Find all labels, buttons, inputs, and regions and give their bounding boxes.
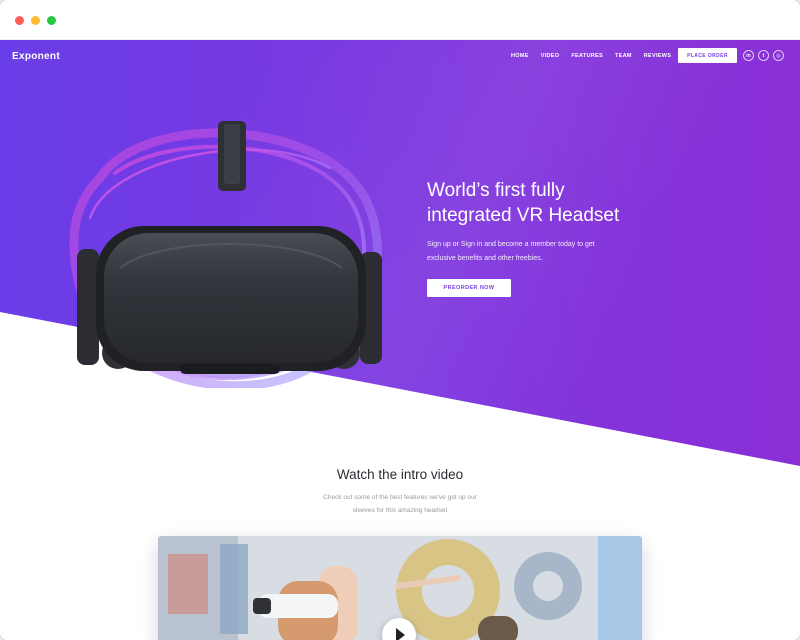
hero-subtitle-line: exclusive benefits and other freebies. (427, 255, 543, 262)
window-titlebar (0, 0, 800, 40)
hero-subtitle: Sign up or Sign in and become a member t… (427, 238, 657, 266)
linkedin-icon[interactable]: in (743, 50, 754, 61)
preorder-button[interactable]: PREORDER NOW (427, 279, 511, 297)
maximize-window-button[interactable] (47, 16, 56, 25)
nav-link-reviews[interactable]: REVIEWS (644, 53, 671, 59)
vr-headset-image (69, 121, 382, 388)
hero-title-line: integrated VR Headset (427, 205, 620, 226)
nav-link-team[interactable]: TEAM (615, 53, 632, 59)
browser-window: Exponent HOME VIDEO FEATURES TEAM REVIEW… (0, 0, 800, 640)
minimize-window-button[interactable] (31, 16, 40, 25)
twitter-icon[interactable]: t (758, 50, 769, 61)
top-navigation: Exponent HOME VIDEO FEATURES TEAM REVIEW… (0, 40, 800, 74)
video-subtitle-line: Check out some of the best features we'v… (323, 494, 477, 501)
instagram-icon[interactable]: ◎ (773, 50, 784, 61)
hero-title: World’s first fully integrated VR Headse… (427, 178, 727, 228)
nav-link-home[interactable]: HOME (511, 53, 529, 59)
place-order-button[interactable]: PLACE ORDER (678, 48, 737, 63)
hero-title-line: World’s first fully (427, 180, 565, 201)
hero-subtitle-line: Sign up or Sign in and become a member t… (427, 241, 595, 248)
nav-links: HOME VIDEO FEATURES TEAM REVIEWS (511, 53, 683, 59)
video-subtitle-line: sleeves for this amazing headset (352, 507, 448, 514)
nav-link-features[interactable]: FEATURES (571, 53, 603, 59)
brand-logo[interactable]: Exponent (12, 51, 60, 62)
video-section-title: Watch the intro video (336, 467, 464, 482)
video-section-subtitle: Check out some of the best features we'v… (300, 491, 500, 517)
close-window-button[interactable] (15, 16, 24, 25)
landing-page: Exponent HOME VIDEO FEATURES TEAM REVIEW… (0, 40, 800, 640)
nav-link-video[interactable]: VIDEO (541, 53, 560, 59)
